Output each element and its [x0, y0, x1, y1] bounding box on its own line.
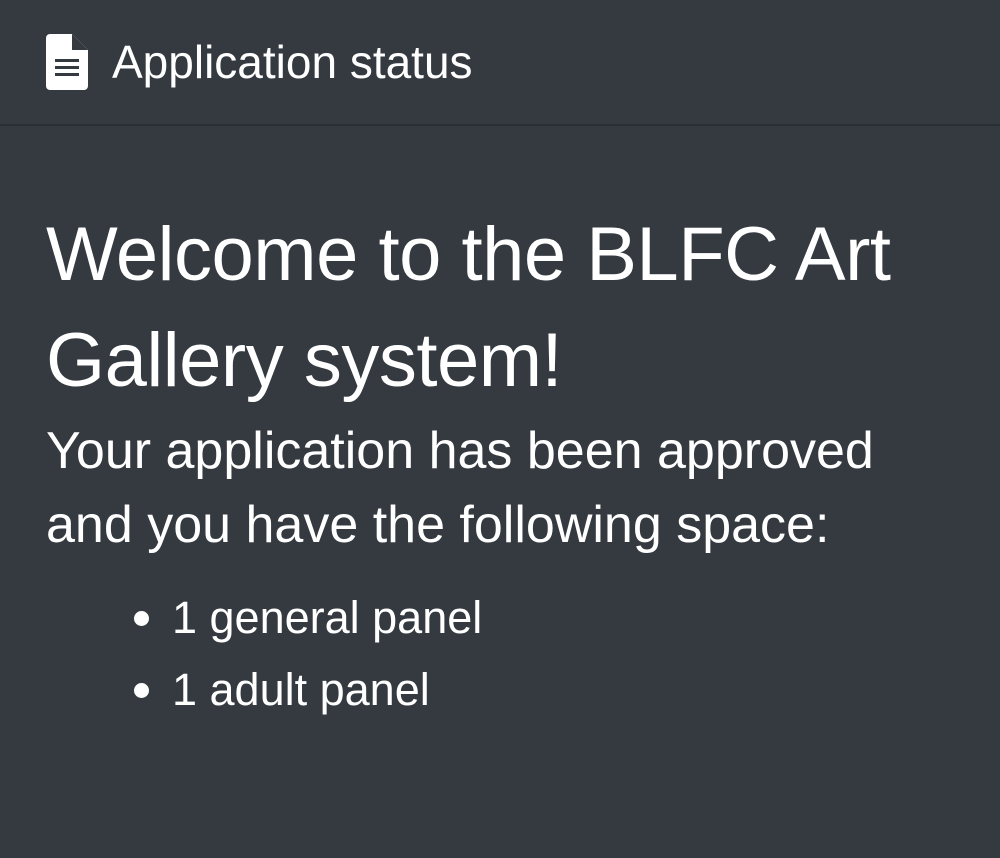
bullet-icon: [134, 683, 149, 698]
list-item: 1 general panel: [124, 582, 954, 654]
bullet-icon: [134, 611, 149, 626]
space-label: 1 general panel: [172, 592, 483, 643]
application-status-message: Your application has been approved and y…: [46, 422, 874, 554]
page-title: Application status: [112, 36, 473, 88]
application-status-card: Application status Welcome to the BLFC A…: [0, 0, 1000, 726]
file-text-icon: [46, 34, 88, 90]
space-label: 1 adult panel: [172, 664, 430, 715]
card-body: Welcome to the BLFC Art Gallery system! …: [0, 202, 1000, 726]
list-item: 1 adult panel: [124, 654, 954, 726]
card-header: Application status: [0, 0, 1000, 126]
space-list: 1 general panel 1 adult panel: [46, 582, 954, 726]
welcome-heading: Welcome to the BLFC Art Gallery system!: [46, 212, 891, 403]
